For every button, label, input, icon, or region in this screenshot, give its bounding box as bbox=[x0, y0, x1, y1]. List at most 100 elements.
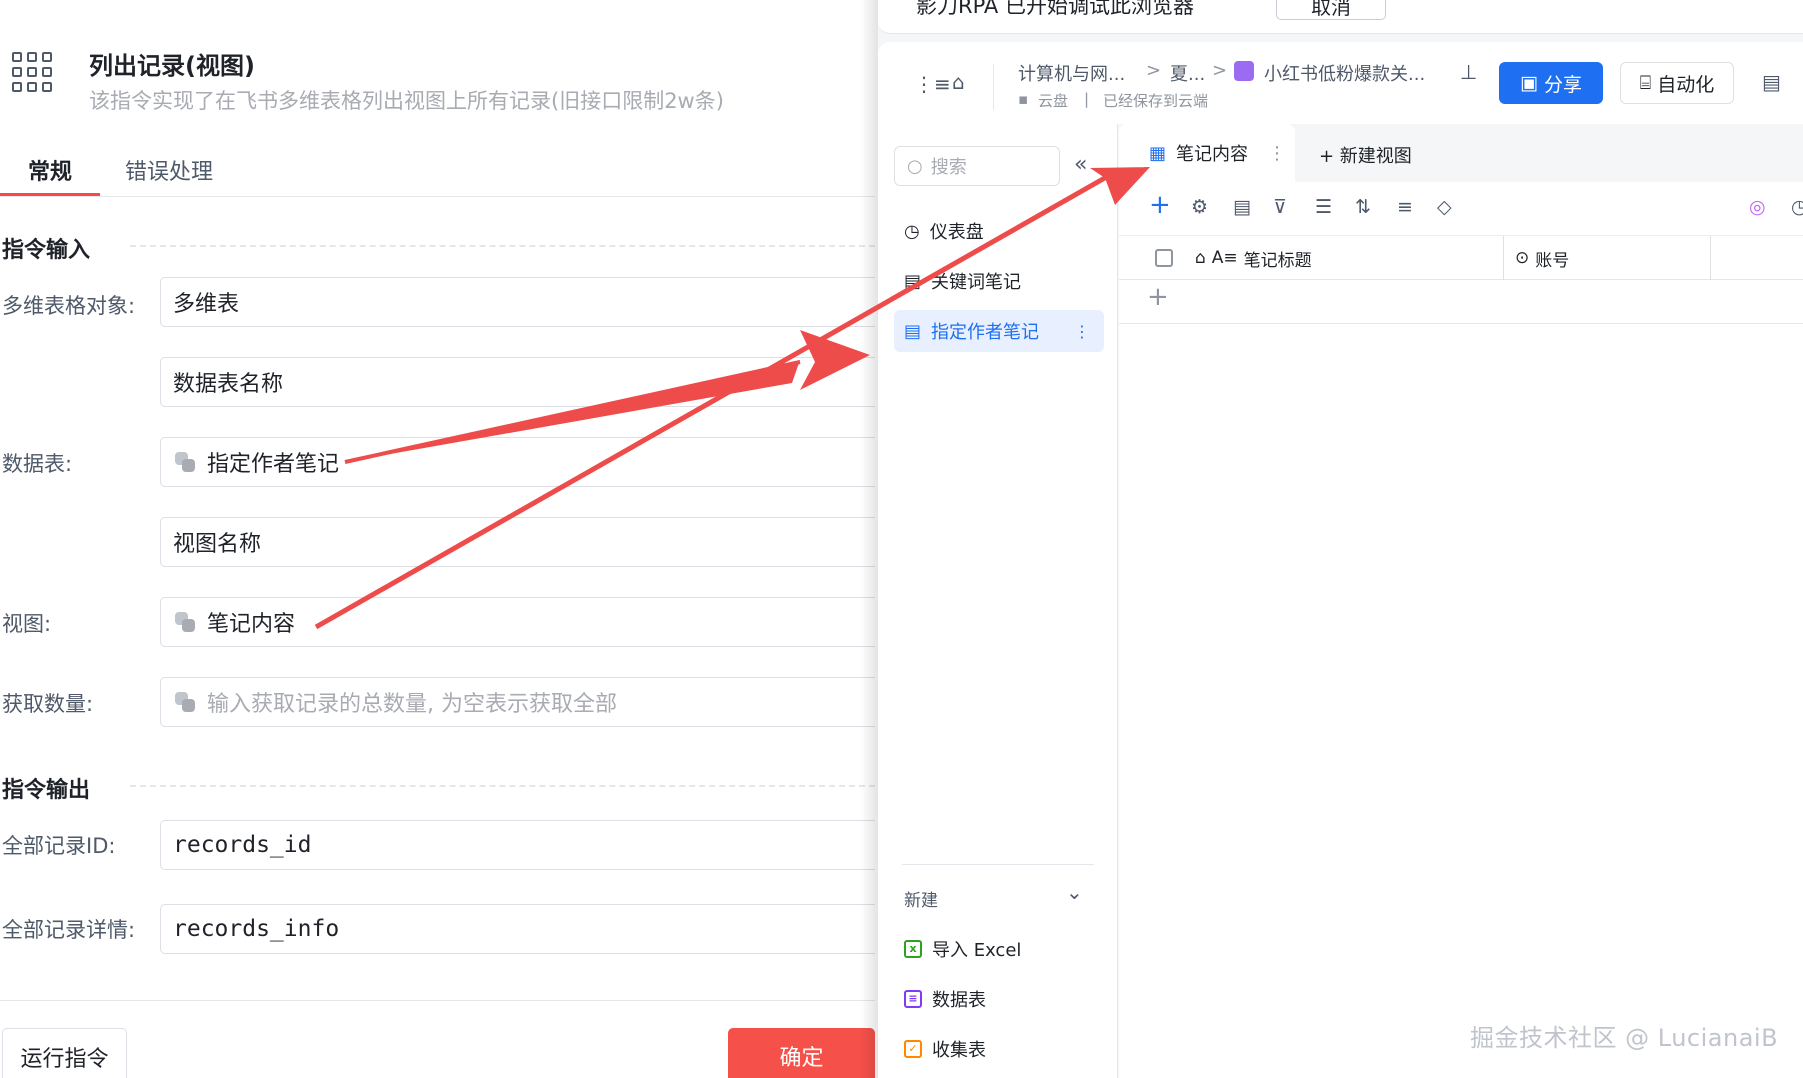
datatable-icon: ≡ bbox=[904, 990, 922, 1008]
excel-icon: x bbox=[904, 940, 922, 958]
collapse-sidebar-icon[interactable]: « bbox=[1074, 152, 1087, 177]
sidebar-item-label: 关键词笔记 bbox=[931, 272, 1022, 293]
new-view-button[interactable]: + 新建视图 bbox=[1319, 142, 1412, 168]
datatable-name-select[interactable]: 数据表名称 bbox=[160, 357, 875, 407]
share-button[interactable]: ▣ 分享 bbox=[1499, 62, 1603, 104]
breadcrumb-separator: > bbox=[1212, 60, 1228, 81]
column-header-account[interactable]: ⊙ 账号 bbox=[1515, 236, 1569, 280]
field-config-icon[interactable]: ▤ bbox=[1233, 196, 1251, 218]
column-header-label: 笔记标题 bbox=[1243, 250, 1312, 271]
confirm-button[interactable]: 确定 bbox=[728, 1028, 875, 1078]
python-icon bbox=[173, 610, 197, 634]
datatable-value: 指定作者笔记 bbox=[207, 452, 340, 477]
section-divider bbox=[130, 785, 875, 787]
input-section-title: 指令输入 bbox=[2, 238, 91, 263]
records-id-value: records_id bbox=[173, 832, 312, 858]
template-icon[interactable]: ▤ bbox=[1762, 70, 1781, 94]
sidebar-divider bbox=[902, 864, 1094, 865]
new-item-label: 导入 Excel bbox=[932, 940, 1022, 961]
dashboard-icon: ◷ bbox=[904, 220, 920, 242]
grid-view-icon: ▦ bbox=[1149, 142, 1167, 164]
single-select-icon: ⊙ bbox=[1515, 248, 1530, 268]
debug-banner: 影刀RPA 已开始调试此浏览器 取消 bbox=[878, 0, 1803, 34]
view-tabs-bar: ▦ 笔记内容 ⋮ + 新建视图 bbox=[1119, 124, 1803, 182]
breadcrumb-subfolder[interactable]: 夏... bbox=[1170, 60, 1205, 86]
apps-grid-icon bbox=[12, 52, 52, 92]
new-datatable-item[interactable]: ≡ 数据表 bbox=[904, 986, 986, 1012]
add-record-icon[interactable]: + bbox=[1149, 190, 1171, 220]
breadcrumb-separator: > bbox=[1146, 60, 1162, 81]
sidebar-item-author-notes[interactable]: ▤ 指定作者笔记 ⋮ bbox=[894, 310, 1104, 352]
filter-icon[interactable]: ⊽ bbox=[1273, 196, 1287, 218]
sidebar-item-dashboard[interactable]: ◷ 仪表盘 bbox=[894, 210, 1104, 252]
run-command-button[interactable]: 运行指令 bbox=[2, 1028, 127, 1078]
column-header-title[interactable]: ⌂ A≡ 笔记标题 bbox=[1195, 236, 1312, 280]
records-id-input[interactable]: records_id bbox=[160, 820, 875, 870]
header-divider bbox=[993, 64, 994, 110]
more-options-icon[interactable]: ⋮ bbox=[1268, 143, 1286, 164]
tab-notes-content-view[interactable]: ▦ 笔记内容 ⋮ bbox=[1119, 124, 1295, 182]
new-section-label: 新建 bbox=[904, 891, 938, 911]
records-id-label: 全部记录ID: bbox=[2, 834, 116, 858]
row-height-icon[interactable]: ≡ bbox=[1397, 196, 1413, 218]
count-input[interactable]: 输入获取记录的总数量, 为空表示获取全部 bbox=[160, 677, 875, 727]
sidebar-search[interactable]: ○ 搜索 bbox=[894, 146, 1060, 186]
sidebar-item-label: 仪表盘 bbox=[929, 222, 984, 243]
records-info-value: records_info bbox=[173, 916, 340, 942]
watermark: 掘金技术社区 @ LucianaiB bbox=[1470, 1024, 1779, 1052]
save-status: 已经保存到云端 bbox=[1103, 92, 1209, 110]
add-row-icon[interactable]: + bbox=[1147, 282, 1169, 312]
search-icon: ○ bbox=[907, 155, 923, 177]
more-options-icon[interactable]: ⋮ bbox=[1074, 322, 1090, 341]
datatable-input[interactable]: 指定作者笔记 bbox=[160, 437, 875, 487]
import-excel-item[interactable]: x 导入 Excel bbox=[904, 936, 1021, 962]
meta-divider: | bbox=[1084, 90, 1090, 108]
lock-icon: ⌂ bbox=[1195, 248, 1206, 268]
view-name-select[interactable]: 视图名称 bbox=[160, 517, 875, 567]
column-header-label: 账号 bbox=[1535, 250, 1570, 271]
pin-icon[interactable]: ⊥ bbox=[1460, 60, 1477, 84]
automation-button-label: 自动化 bbox=[1657, 73, 1715, 96]
debug-banner-text: 影刀RPA 已开始调试此浏览器 bbox=[916, 0, 1194, 18]
share-button-label: 分享 bbox=[1543, 73, 1582, 96]
breadcrumb-folder[interactable]: 计算机与网... bbox=[1018, 60, 1125, 86]
table-header-row: ⌂ A≡ 笔记标题 ⊙ 账号 bbox=[1119, 236, 1803, 280]
tab-general[interactable]: 常规 bbox=[0, 154, 100, 186]
tab-error-handling[interactable]: 错误处理 bbox=[125, 154, 213, 186]
view-label: 视图: bbox=[2, 612, 52, 636]
dialog-subtitle: 该指令实现了在飞书多维表格列出视图上所有记录(旧接口限制2w条) bbox=[89, 89, 724, 113]
settings-icon[interactable]: ⚙ bbox=[1191, 196, 1208, 218]
building-icon: ▣ bbox=[1520, 72, 1538, 94]
view-name-value: 视图名称 bbox=[173, 532, 262, 557]
cancel-debug-button[interactable]: 取消 bbox=[1276, 0, 1386, 20]
bitable-doc-icon bbox=[1234, 61, 1254, 81]
group-icon[interactable]: ☰ bbox=[1315, 196, 1332, 218]
home-icon[interactable]: ⌂ bbox=[952, 70, 965, 94]
records-info-input[interactable]: records_info bbox=[160, 904, 875, 954]
new-item-label: 数据表 bbox=[932, 990, 986, 1011]
section-divider bbox=[130, 245, 875, 247]
doc-title[interactable]: 小红书低粉爆款关... bbox=[1264, 60, 1425, 86]
chevron-down-icon[interactable]: ⌄ bbox=[1066, 880, 1083, 904]
fill-color-icon[interactable]: ◇ bbox=[1437, 196, 1452, 218]
sidebar-item-keyword-notes[interactable]: ▤ 关键词笔记 bbox=[894, 260, 1104, 302]
new-form-item[interactable]: ✓ 收集表 bbox=[904, 1036, 986, 1062]
view-input[interactable]: 笔记内容 bbox=[160, 597, 875, 647]
automation-button[interactable]: ⌸ 自动化 bbox=[1620, 62, 1734, 104]
select-all-checkbox[interactable] bbox=[1155, 249, 1173, 267]
search-placeholder: 搜索 bbox=[930, 157, 967, 178]
history-icon[interactable]: ◷ bbox=[1791, 196, 1803, 218]
footer-divider bbox=[0, 1000, 875, 1001]
count-label: 获取数量: bbox=[2, 692, 94, 716]
table-sidebar: ○ 搜索 « ◷ 仪表盘 ▤ 关键词笔记 ▤ 指定作者笔记 ⋮ 新建 ⌄ x 导… bbox=[878, 124, 1118, 1078]
row-divider bbox=[1119, 323, 1803, 324]
sort-icon[interactable]: ⇅ bbox=[1355, 196, 1371, 218]
datatable-label: 数据表: bbox=[2, 452, 73, 476]
python-icon bbox=[173, 690, 197, 714]
count-placeholder: 输入获取记录的总数量, 为空表示获取全部 bbox=[207, 692, 617, 717]
ai-assistant-icon[interactable]: ◎ bbox=[1749, 196, 1766, 218]
view-toolbar: + ⚙ ▤ ⊽ ☰ ⇅ ≡ ◇ ◎ ◷ bbox=[1119, 182, 1803, 236]
table-object-select[interactable]: 多维表 bbox=[160, 277, 875, 327]
outline-toggle-icon[interactable]: ⋮≡ bbox=[914, 72, 951, 96]
table-icon: ▤ bbox=[904, 270, 922, 292]
